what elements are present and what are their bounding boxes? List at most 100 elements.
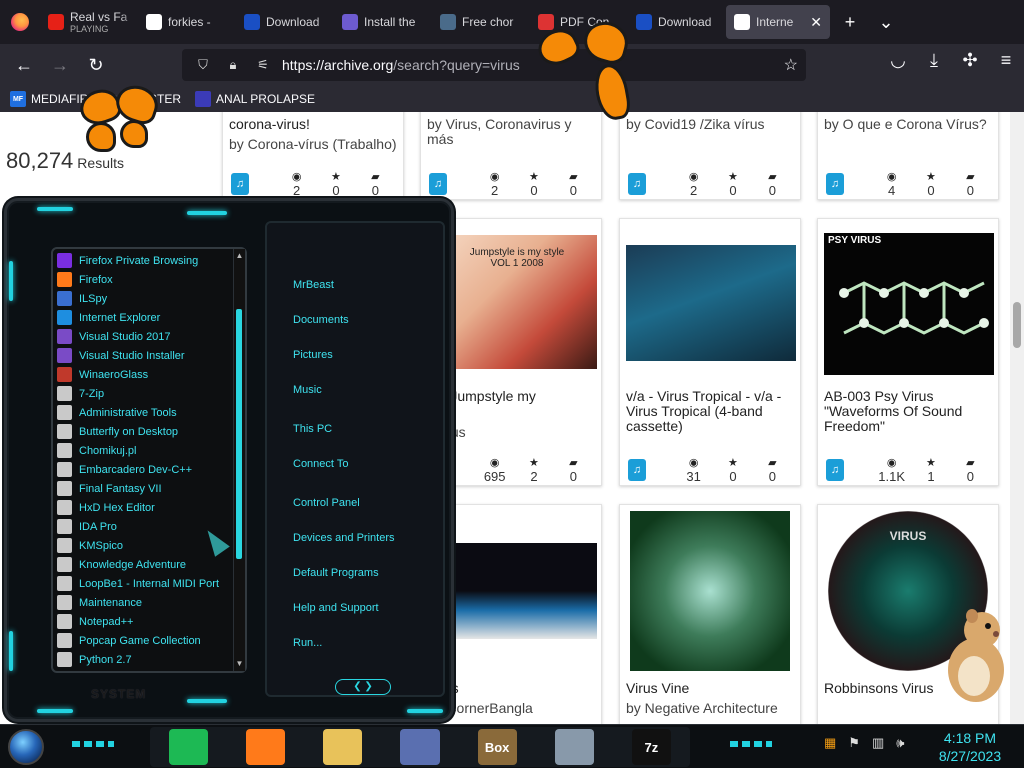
program-item[interactable]: Firefox	[57, 270, 237, 289]
browser-tab[interactable]: Real vs Fa PLAYING	[40, 5, 136, 39]
program-item[interactable]: Visual Studio Installer	[57, 346, 237, 365]
list-all-tabs-button[interactable]: ⌄	[868, 0, 904, 44]
browser-tab[interactable]: Free chor	[432, 5, 528, 39]
seven-zip-icon[interactable]: 7z	[631, 729, 671, 765]
result-card[interactable]: Virus Vine by Negative Architecture	[619, 504, 801, 724]
clock[interactable]: 4:18 PM 8/27/2023	[936, 729, 1004, 765]
result-card[interactable]: by O que e Corona Vírus? ♫ ◉ 4 ★ 0 ▰ 0	[817, 112, 999, 200]
scroll-up-icon[interactable]: ▲	[234, 251, 245, 261]
taskbar-apps: Box 7z	[150, 727, 690, 767]
browser-tab[interactable]: Interne ✕	[726, 5, 830, 39]
start-place-item[interactable]: Devices and Printers	[293, 532, 395, 544]
bookmark-star-icon[interactable]: ☆	[784, 55, 798, 75]
start-place-item[interactable]: Default Programs	[293, 567, 379, 579]
file-explorer-icon[interactable]	[323, 729, 363, 765]
card-title[interactable]: Virus Vine	[626, 681, 794, 696]
start-place-item[interactable]: Music	[293, 384, 322, 396]
start-place-item[interactable]: Run...	[293, 637, 322, 649]
start-place-item[interactable]: Connect To	[293, 458, 348, 470]
program-item[interactable]: Knowledge Adventure	[57, 555, 237, 574]
card-title[interactable]: v/a - Virus Tropical - v/a - Virus Tropi…	[626, 389, 794, 434]
lock-icon[interactable]: 🔒︎	[222, 57, 244, 73]
decor-glow	[407, 709, 443, 713]
page-scrollbar[interactable]	[1010, 112, 1024, 724]
program-item[interactable]: Chomikuj.pl	[57, 441, 237, 460]
firefox-icon[interactable]	[246, 729, 286, 765]
program-item[interactable]: Visual Studio 2017	[57, 327, 237, 346]
card-thumbnail[interactable]: PSY VIRUS	[824, 233, 994, 375]
new-tab-button[interactable]: +	[832, 0, 868, 44]
start-place-item[interactable]: MrBeast	[293, 279, 334, 291]
card-thumbnail[interactable]	[626, 245, 796, 361]
firefox-icon	[11, 13, 29, 31]
reviews-stat: ▰ 0	[554, 171, 593, 197]
program-item[interactable]: LoopBe1 - Internal MIDI Port	[57, 574, 237, 593]
bookmark-item[interactable]: ANAL PROLAPSE	[195, 91, 315, 107]
program-list-scrollbar[interactable]: ▲ ▼	[233, 249, 245, 671]
program-item[interactable]: HxD Hex Editor	[57, 498, 237, 517]
volume-icon[interactable]: 🕪︎	[896, 735, 904, 751]
shield-icon[interactable]: ⛉	[192, 57, 214, 73]
card-stats: ♫ ◉ 2 ★ 0 ▰ 0	[223, 169, 403, 199]
program-item[interactable]: ILSpy	[57, 289, 237, 308]
start-place-item[interactable]: Help and Support	[293, 602, 379, 614]
result-card[interactable]: corona-virus! by Corona-vírus (Trabalho)…	[222, 112, 404, 200]
pocket-icon: ◡	[890, 49, 906, 70]
firefox-view-button[interactable]	[0, 0, 40, 44]
start-place-item[interactable]: This PC	[293, 423, 332, 435]
url-bar[interactable]: ⛉ 🔒︎ ⚟ https://archive.org/search?query=…	[182, 49, 806, 81]
start-button[interactable]	[8, 729, 44, 765]
program-item[interactable]: Administrative Tools	[57, 403, 237, 422]
program-item[interactable]: 7-Zip	[57, 384, 237, 403]
pocket-button[interactable]: ◡	[880, 44, 916, 76]
forward-button[interactable]: →	[42, 49, 78, 81]
navigation-toolbar: ← → ↻ ⛉ 🔒︎ ⚟ https://archive.org/search?…	[0, 44, 1024, 86]
app-menu-button[interactable]: ≡	[988, 44, 1024, 76]
window-app-icon[interactable]	[400, 729, 440, 765]
card-title[interactable]: AB-003 Psy Virus "Waveforms Of Sound Fre…	[824, 389, 992, 434]
browser-tab[interactable]: Download	[236, 5, 332, 39]
scrollbar-thumb[interactable]	[1013, 302, 1021, 348]
program-item[interactable]: Maintenance	[57, 593, 237, 612]
scroll-down-icon[interactable]: ▼	[234, 659, 245, 669]
shutdown-arrows-button[interactable]: ❮ ❯	[335, 679, 391, 695]
back-button[interactable]: ←	[6, 49, 42, 81]
program-item[interactable]: Python 2.7	[57, 650, 237, 669]
scrollbar-thumb[interactable]	[236, 309, 242, 559]
browser-tab[interactable]: forkies -	[138, 5, 234, 39]
downloads-button[interactable]: ⤓	[916, 44, 952, 76]
start-place-item[interactable]: Control Panel	[293, 497, 360, 509]
start-place-item[interactable]: Pictures	[293, 349, 333, 361]
program-item[interactable]: Notepad++	[57, 612, 237, 631]
program-label: Visual Studio 2017	[79, 330, 171, 343]
program-item[interactable]: Internet Explorer	[57, 308, 237, 327]
program-item[interactable]: WinaeroGlass	[57, 365, 237, 384]
program-item[interactable]: Firefox Private Browsing	[57, 251, 237, 270]
program-label: LoopBe1 - Internal MIDI Port	[79, 577, 220, 590]
folder-icon	[57, 614, 72, 629]
card-thumbnail[interactable]	[630, 511, 790, 671]
browser-tab[interactable]: Download	[628, 5, 724, 39]
reload-button[interactable]: ↻	[78, 49, 114, 81]
network-icon[interactable]: ▥	[872, 735, 884, 751]
action-center-icon[interactable]: ⚑	[848, 735, 860, 751]
card-title[interactable]: corona-virus!	[229, 117, 397, 132]
close-tab-icon[interactable]: ✕	[810, 14, 822, 31]
notes-app-icon[interactable]	[169, 729, 209, 765]
start-place-item[interactable]: Documents	[293, 314, 349, 326]
program-item[interactable]: Embarcadero Dev-C++	[57, 460, 237, 479]
result-card[interactable]: PSY VIRUS AB-003 Psy Virus "Waveforms Of…	[817, 218, 999, 486]
monitor-app-icon[interactable]	[554, 729, 594, 765]
app-tray-icon[interactable]: ▦	[824, 735, 836, 751]
result-card[interactable]: v/a - Virus Tropical - v/a - Virus Tropi…	[619, 218, 801, 486]
program-item[interactable]: Butterfly on Desktop	[57, 422, 237, 441]
browser-tab[interactable]: Install the	[334, 5, 430, 39]
permissions-icon[interactable]: ⚟	[252, 57, 274, 73]
download-site-icon	[244, 14, 260, 30]
box-app-icon[interactable]: Box	[477, 729, 517, 765]
result-card[interactable]: by Covid19 /Zika vírus ♫ ◉ 2 ★ 0 ▰ 0	[619, 112, 801, 200]
program-item[interactable]: Popcap Game Collection	[57, 631, 237, 650]
install-site-icon	[342, 14, 358, 30]
extensions-button[interactable]: ✣	[952, 44, 988, 76]
program-item[interactable]: Final Fantasy VII	[57, 479, 237, 498]
